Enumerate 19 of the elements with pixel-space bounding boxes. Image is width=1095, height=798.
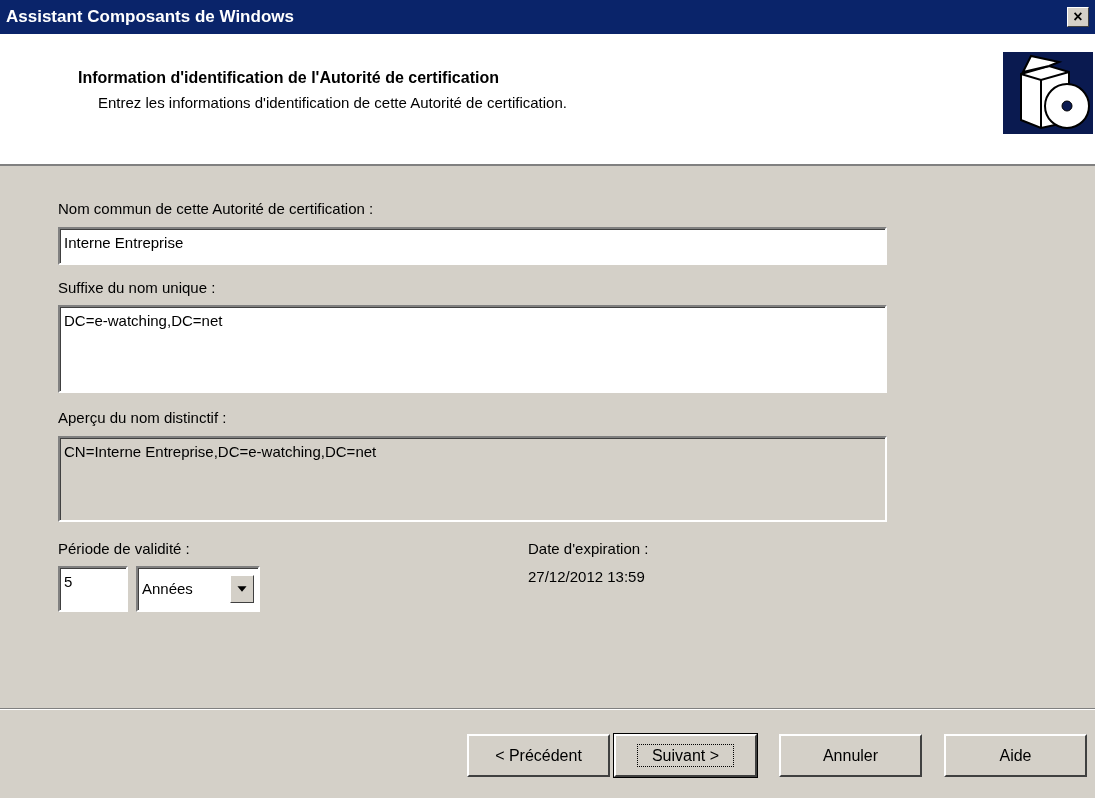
wizard-button[interactable]: Aide xyxy=(944,734,1087,777)
expiration-label: Date d'expiration : xyxy=(528,538,649,559)
wizard-button[interactable]: Suivant > xyxy=(614,734,757,777)
text-area[interactable]: DC=e-watching,DC=net xyxy=(58,305,887,393)
field-label: Aperçu du nom distinctif : xyxy=(58,408,228,428)
field-label: Nom commun de cette Autorité de certification : xyxy=(58,199,375,219)
input-field[interactable]: Interne Entreprise xyxy=(58,226,887,265)
preview-field: CN=Interne Entreprise,DC=e-watching,DC=net xyxy=(58,435,887,522)
close-button[interactable]: × xyxy=(1067,7,1089,27)
window-title: Assistant Composants de Windows xyxy=(6,6,294,29)
validity-label: Période de validité : xyxy=(58,538,191,559)
page-title: Information d'identification de l'Autorité de certification xyxy=(78,68,500,88)
wizard-button[interactable]: < Précédent xyxy=(467,734,610,777)
field-label: Suffixe du nom unique : xyxy=(58,277,217,298)
unit-dropdown[interactable]: Années xyxy=(136,566,260,612)
validity-input[interactable]: 5 xyxy=(58,566,128,612)
page-subtitle: Entrez les informations d'identification de cette Autorité de certification. xyxy=(97,93,567,113)
wizard-button[interactable]: Annuler xyxy=(779,734,922,777)
expiration-date: 27/12/2012 13:59 xyxy=(528,567,646,587)
